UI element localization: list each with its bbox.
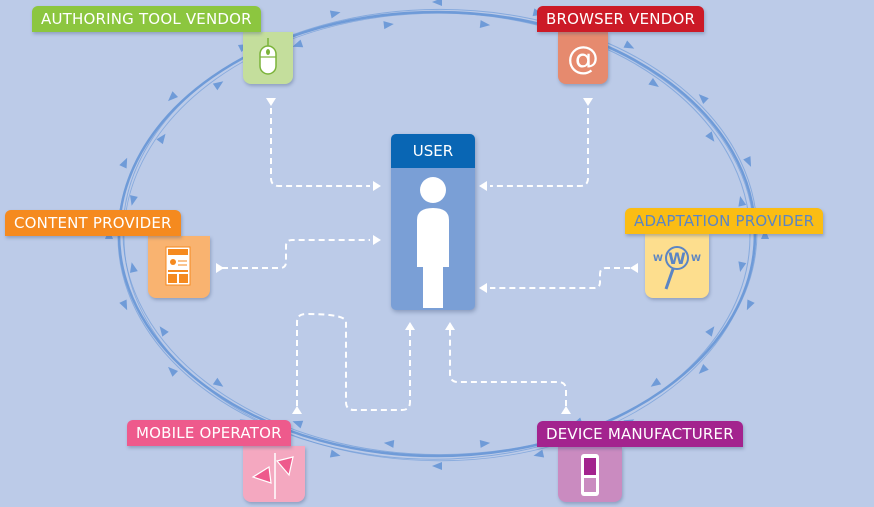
svg-text:W: W [691,254,701,264]
ring-arrow [743,156,752,167]
mouse-icon [259,38,277,75]
content-user-arrowhead [373,235,381,245]
at-sign-icon: @ [567,39,599,77]
authoring-connector [270,108,370,187]
browser-connector [490,108,589,187]
antenna-icon [251,453,294,499]
news-document-icon [165,246,191,286]
mobile-phone-icon [581,453,599,496]
device-connector [449,330,567,406]
content-provider-tile[interactable] [148,236,210,298]
ring-arrow [533,449,545,458]
mobile-operator-tile[interactable] [243,446,305,502]
adaptation-arrowhead [630,263,638,273]
content-connector [222,239,370,269]
ring-arrow [119,299,128,311]
ring-arrow [623,40,635,49]
www-magnifier-icon: W W W [653,246,701,290]
adaptation-connector [490,267,630,289]
ring-arrow [432,462,442,470]
mobile-user-arrowhead [405,322,415,330]
content-provider-label[interactable]: CONTENT PROVIDER [5,210,181,236]
device-arrowhead [561,406,571,414]
device-manufacturer-label[interactable]: DEVICE MANUFACTURER [537,421,743,447]
authoring-arrowhead [266,98,276,106]
adaptation-provider-tile[interactable]: W W W [645,234,709,298]
ring-arrow [746,299,755,311]
browser-vendor-label[interactable]: BROWSER VENDOR [537,6,705,32]
content-arrowhead [216,263,224,273]
ring-arrow [168,91,179,102]
ring-arrow [738,261,747,273]
ring-arrow [383,439,395,448]
ring-arrow [479,20,491,29]
authoring-tool-vendor-tile[interactable] [243,32,293,84]
device-user-arrowhead [445,322,455,330]
adaptation-user-arrowhead [479,283,487,293]
ring-arrow [329,10,341,19]
authoring-tool-vendor-label[interactable]: AUTHORING TOOL VENDOR [32,6,261,32]
ring-arrow [119,157,128,169]
ring-arrow [292,420,304,429]
browser-arrowhead [583,98,593,106]
user-label: USER [391,134,475,168]
browser-user-arrowhead [479,181,487,191]
svg-text:W: W [668,249,686,268]
mobile-arrowhead [292,406,302,414]
ring-arrow [698,364,709,374]
mobile-operator-label[interactable]: MOBILE OPERATOR [127,420,291,446]
ring-arrow [168,366,179,377]
ring-arrow [383,21,394,30]
device-manufacturer-tile[interactable] [558,447,622,502]
ring-arrow [129,262,138,273]
ring-arrow [432,0,442,6]
ring-arrow [705,326,715,337]
ring-arrow [156,133,166,145]
person-icon [417,177,449,308]
ring-arrow [705,131,715,142]
browser-vendor-tile[interactable]: @ [558,32,608,84]
authoring-user-arrowhead [373,181,381,191]
user-node[interactable]: USER [391,134,475,310]
ring-arrow [650,377,662,387]
ring-arrow [479,439,491,448]
svg-text:W: W [653,254,663,264]
ring-arrow [329,449,341,458]
adaptation-provider-label[interactable]: ADAPTATION PROVIDER [625,208,824,234]
mobile-connector [296,312,411,411]
